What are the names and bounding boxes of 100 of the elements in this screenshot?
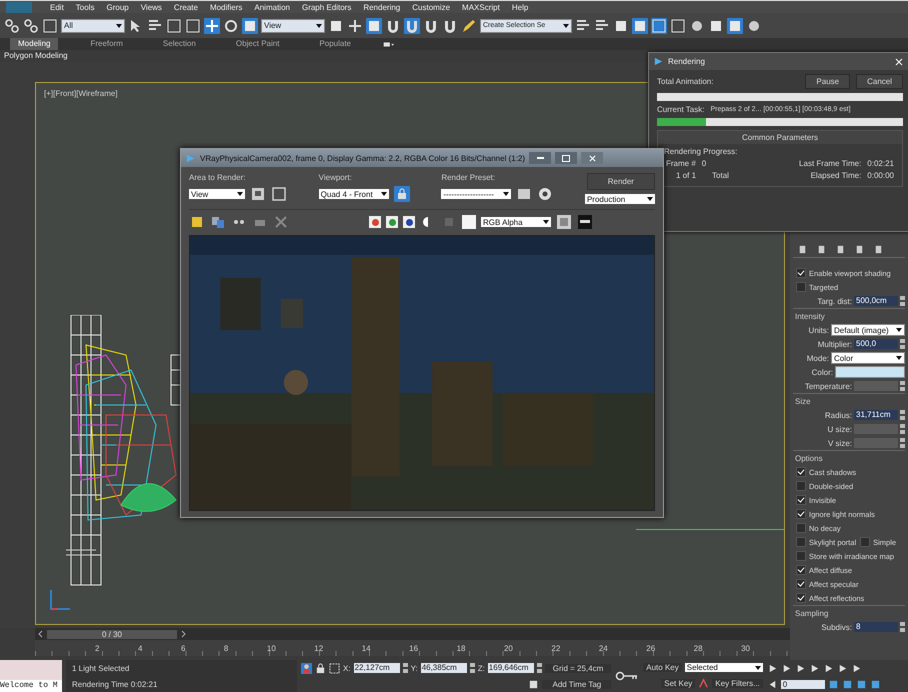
rollout-title[interactable]: Options bbox=[795, 454, 823, 463]
menu-item[interactable]: Help bbox=[512, 2, 528, 12]
viewport-dropdown[interactable]: Quad 4 - Front bbox=[318, 189, 389, 199]
ribbon-tab[interactable]: Modeling bbox=[10, 38, 58, 50]
channel-toggle-button[interactable] bbox=[403, 216, 415, 228]
checkbox[interactable] bbox=[796, 579, 806, 589]
spinner-field[interactable]: 500,0 bbox=[854, 339, 898, 349]
checkbox[interactable] bbox=[796, 593, 806, 603]
checkbox[interactable] bbox=[796, 268, 806, 278]
lock-icon[interactable] bbox=[315, 662, 326, 674]
spinner-arrows-icon[interactable] bbox=[536, 663, 542, 673]
region-icon[interactable] bbox=[250, 186, 266, 202]
checkbox[interactable] bbox=[860, 537, 870, 547]
frame-value: 0 bbox=[702, 159, 706, 168]
menu-item[interactable]: MAXScript bbox=[462, 2, 500, 12]
preset-dropdown[interactable]: ------------------- bbox=[441, 189, 512, 199]
viewport-label[interactable]: [+][Front][Wireframe] bbox=[44, 89, 118, 98]
spinner-arrows-icon[interactable] bbox=[402, 663, 408, 673]
maxscript-prompt[interactable]: Welcome to M bbox=[0, 680, 62, 692]
selection-rectangle-icon[interactable] bbox=[166, 18, 182, 34]
ribbon-tab[interactable]: Selection bbox=[154, 38, 204, 50]
save-image-icon[interactable] bbox=[189, 214, 205, 230]
menu-item[interactable]: Animation bbox=[254, 2, 290, 12]
move-icon[interactable] bbox=[204, 18, 220, 34]
field-label: Subdivs: bbox=[821, 622, 852, 632]
region-select-icon[interactable] bbox=[271, 186, 287, 202]
current-frame-field[interactable]: 0 bbox=[780, 680, 825, 688]
menu-item[interactable]: Modifiers bbox=[210, 2, 242, 12]
close-button[interactable] bbox=[581, 152, 604, 164]
maximize-button[interactable] bbox=[555, 152, 578, 164]
timeline-track[interactable]: 2 4 6 8 10 12 14 16 18 20 22 24 26 28 30 bbox=[35, 640, 790, 656]
selection-filter-dropdown[interactable]: All bbox=[61, 18, 125, 32]
menu-item[interactable]: Create bbox=[174, 2, 198, 12]
dropdown[interactable]: Default (image) bbox=[831, 324, 905, 336]
pencil-icon[interactable] bbox=[461, 18, 477, 34]
unlink-icon[interactable] bbox=[23, 18, 39, 34]
pause-button[interactable]: Pause bbox=[805, 74, 850, 89]
frame-count: 1 of 1 bbox=[675, 171, 696, 180]
render-mode-dropdown[interactable]: Production bbox=[584, 194, 655, 204]
close-icon[interactable] bbox=[895, 58, 903, 66]
spinner-arrows-icon[interactable] bbox=[900, 622, 905, 632]
time-slider-handle[interactable]: 0 / 30 bbox=[47, 630, 177, 638]
angle-snap-icon[interactable] bbox=[404, 18, 420, 34]
channel-toggle-button[interactable] bbox=[386, 216, 398, 228]
checkbox[interactable] bbox=[796, 495, 806, 505]
rollout-title[interactable]: Size bbox=[795, 397, 811, 406]
menu-item[interactable]: Customize bbox=[412, 2, 450, 12]
display-channel-dropdown[interactable]: RGB Alpha bbox=[481, 217, 551, 227]
checkbox[interactable] bbox=[796, 523, 806, 533]
clear-icon[interactable] bbox=[273, 214, 289, 230]
ribbon-tab[interactable]: Freeform bbox=[82, 38, 131, 50]
copy-image-icon[interactable] bbox=[210, 214, 226, 230]
next-frame-icon[interactable] bbox=[179, 630, 187, 638]
key-mode-dropdown[interactable]: Selected bbox=[684, 663, 763, 672]
menu-item[interactable]: Views bbox=[140, 2, 162, 12]
add-time-tag-button[interactable]: Add Time Tag bbox=[542, 680, 612, 688]
cancel-button[interactable]: Cancel bbox=[856, 74, 903, 89]
rollout-title[interactable]: Intensity bbox=[795, 312, 825, 321]
crossing-icon[interactable] bbox=[185, 18, 201, 34]
coordinate-field[interactable]: 169,646cm bbox=[488, 663, 534, 673]
color-swatch[interactable] bbox=[835, 366, 905, 378]
reference-coordinate-dropdown[interactable]: View bbox=[261, 18, 325, 32]
color-swatch[interactable] bbox=[462, 215, 476, 229]
ribbon-tab[interactable]: Object Paint bbox=[228, 38, 288, 50]
previous-frame-icon[interactable] bbox=[37, 630, 45, 638]
checkbox[interactable] bbox=[796, 565, 806, 575]
checkbox[interactable] bbox=[796, 481, 806, 491]
channel-toggle-button[interactable] bbox=[369, 216, 381, 228]
key-filters-button[interactable]: Key Filters... bbox=[712, 679, 763, 688]
lock-icon[interactable] bbox=[394, 186, 410, 202]
coordinate-field[interactable]: 46,385cm bbox=[420, 663, 467, 673]
ribbon-tab[interactable]: Populate bbox=[311, 38, 360, 50]
menu-item[interactable]: Group bbox=[106, 2, 129, 12]
checkbox[interactable] bbox=[796, 551, 806, 561]
auto-key-button[interactable]: Auto Key bbox=[643, 663, 682, 672]
menu-item[interactable]: Edit bbox=[50, 2, 64, 12]
checkbox[interactable] bbox=[796, 282, 806, 292]
menu-item[interactable]: Rendering bbox=[363, 2, 400, 12]
checkbox[interactable] bbox=[796, 467, 806, 477]
spinner-arrows-icon[interactable] bbox=[470, 663, 475, 673]
menu-item[interactable]: Graph Editors bbox=[302, 2, 352, 12]
rollout-title[interactable]: Sampling bbox=[795, 609, 828, 618]
render-button[interactable]: Render bbox=[586, 173, 655, 190]
area-dropdown[interactable]: View bbox=[189, 189, 245, 199]
checkbox[interactable] bbox=[796, 509, 806, 519]
menu-item[interactable]: Tools bbox=[76, 2, 94, 12]
checkbox[interactable] bbox=[796, 537, 806, 547]
settings-icon[interactable] bbox=[537, 186, 554, 202]
spinner-field[interactable]: 31,711cm bbox=[854, 410, 898, 420]
set-key-button[interactable]: Set Key bbox=[661, 679, 696, 688]
spinner-arrows-icon[interactable] bbox=[900, 339, 905, 349]
coordinate-field[interactable]: 22,127cm bbox=[354, 663, 400, 673]
minimize-button[interactable] bbox=[529, 152, 552, 164]
spinner-arrows-icon[interactable] bbox=[900, 296, 905, 306]
link-icon[interactable] bbox=[4, 18, 20, 34]
spinner-field[interactable]: 500,0cm bbox=[854, 296, 898, 306]
spinner-field[interactable]: 8 bbox=[854, 622, 898, 632]
dropdown[interactable]: Color bbox=[831, 352, 905, 364]
key-icon[interactable] bbox=[615, 670, 640, 682]
spinner-arrows-icon[interactable] bbox=[900, 381, 905, 391]
